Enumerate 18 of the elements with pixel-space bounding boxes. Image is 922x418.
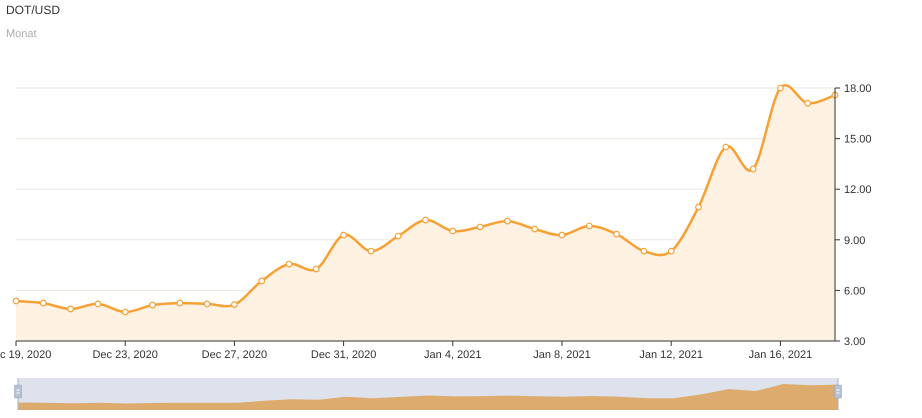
axis-label: c 19, 2020	[0, 349, 52, 361]
axis-label: 12.00	[844, 184, 872, 196]
axis-label: 9.00	[844, 234, 866, 247]
axis-label: Jan 4, 2021	[424, 349, 482, 361]
axis-label: 18.00	[844, 83, 872, 95]
data-point[interactable]	[832, 92, 838, 98]
axis-label: Dec 23, 2020	[92, 349, 158, 361]
chart-subtitle: Monat	[6, 28, 37, 40]
chart-title: DOT/USD	[6, 2, 60, 17]
axis-label: Jan 12, 2021	[639, 349, 704, 361]
axis-label: 3.00	[844, 336, 866, 348]
axis-label: Dec 27, 2020	[202, 349, 268, 361]
axis-label: Jan 8, 2021	[533, 349, 591, 361]
axis-label: 15.00	[844, 134, 872, 146]
navigator-drawing[interactable]	[14, 378, 842, 410]
axis-label: Jan 16, 2021	[748, 349, 812, 361]
axis-label: Dec 31, 2020	[310, 349, 376, 361]
axis-label: 6.00	[844, 285, 866, 298]
